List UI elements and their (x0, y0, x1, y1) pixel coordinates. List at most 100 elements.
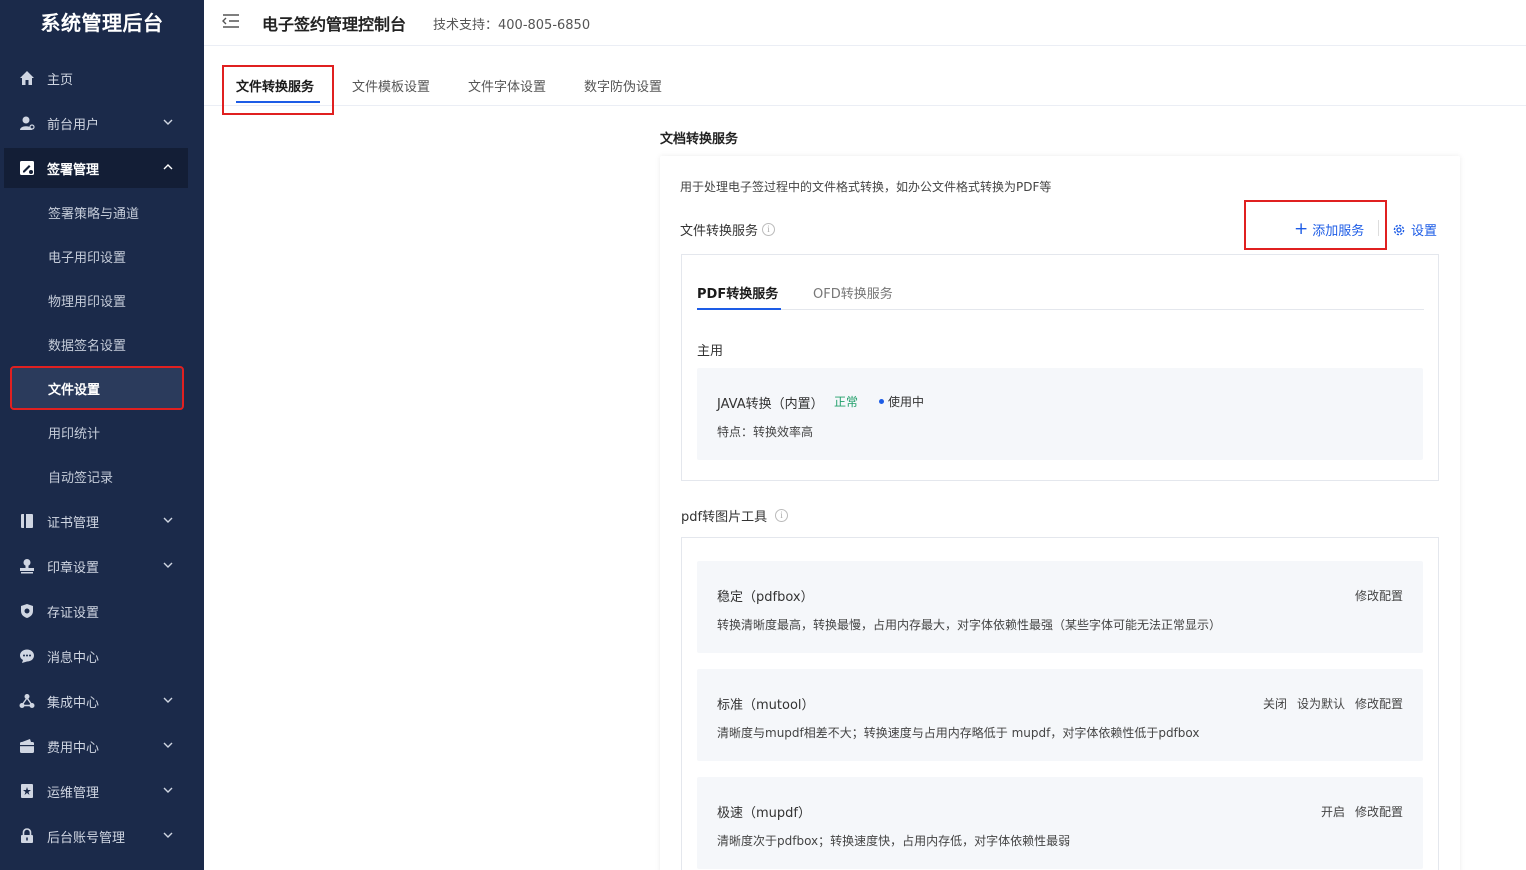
tool-item-pdfbox: 稳定（pdfbox） 转换清晰度最高，转换最慢，占用内存最大，对字体依赖性最强（… (697, 561, 1423, 653)
sidebar-item-front-users[interactable]: 前台用户 (4, 103, 188, 143)
section-title: 文档转换服务 (660, 132, 739, 147)
status-dot-icon (879, 399, 884, 404)
tool-desc: 清晰度次于pdfbox；转换速度快，占用内存低，对字体依赖性最弱 (717, 834, 1071, 848)
tool-name: 标准（mutool） (717, 698, 815, 713)
tab-divider (697, 309, 1424, 310)
divider (1378, 220, 1379, 236)
sidebar-item-integration[interactable]: 集成中心 (4, 681, 188, 721)
chevron-up-icon (163, 164, 173, 170)
sidebar-sub-e-seal-settings[interactable]: 电子用印设置 (12, 236, 182, 276)
info-icon[interactable]: i (762, 223, 776, 236)
settings-button[interactable]: 设置 (1392, 220, 1437, 239)
tool-desc: 清晰度与mupdf相差不大；转换速度与占用内存略低于 mupdf，对字体依赖性低… (717, 726, 1200, 740)
sidebar-item-operations[interactable]: 运维管理 (4, 771, 188, 811)
sidebar-item-billing[interactable]: 费用中心 (4, 726, 188, 766)
chevron-down-icon (163, 517, 173, 523)
sign-edit-icon (18, 159, 36, 177)
sidebar-sub-physical-seal-settings[interactable]: 物理用印设置 (12, 280, 182, 320)
tab-active-indicator (236, 101, 320, 103)
chevron-down-icon (163, 562, 173, 568)
edit-config-button[interactable]: 修改配置 (1355, 587, 1403, 604)
tool-desc: 转换清晰度最高，转换最慢，占用内存最大，对字体依赖性最强（某些字体可能无法正常显… (717, 618, 1222, 632)
seal-stamp-icon (18, 557, 36, 575)
sidebar-item-home[interactable]: 主页 (4, 58, 188, 98)
tab-file-font[interactable]: 文件字体设置 (468, 76, 546, 95)
enable-button[interactable]: 开启 (1321, 803, 1345, 820)
chevron-down-icon (163, 119, 173, 125)
sidebar-item-admin-accounts[interactable]: 后台账号管理 (4, 816, 188, 856)
lock-icon (18, 827, 36, 845)
plus-icon: + (1294, 219, 1309, 239)
tool-actions: 修改配置 (1355, 587, 1403, 604)
tab-digital-anti-counterfeit[interactable]: 数字防伪设置 (584, 76, 662, 95)
tab-file-conversion[interactable]: 文件转换服务 (236, 76, 314, 95)
sidebar-item-certificates[interactable]: 证书管理 (4, 501, 188, 541)
shield-icon (18, 602, 36, 620)
tool-item-mupdf: 极速（mupdf） 清晰度次于pdfbox；转换速度快，占用内存低，对字体依赖性… (697, 777, 1423, 869)
sidebar-item-label: 签署管理 (47, 162, 100, 178)
sidebar-item-label: 印章设置 (47, 560, 100, 576)
in-use-label: 使用中 (888, 395, 925, 409)
tab-pdf-conversion[interactable]: PDF转换服务 (697, 283, 778, 302)
sidebar-sub-file-settings[interactable]: 文件设置 (10, 366, 184, 410)
tool-name: 稳定（pdfbox） (717, 590, 814, 605)
settings-label: 设置 (1411, 224, 1438, 239)
sidebar-sub-sign-strategy[interactable]: 签署策略与通道 (12, 192, 182, 232)
add-service-button[interactable]: + 添加服务 (1294, 219, 1365, 240)
pdf-image-tool-label: pdf转图片工具 i (681, 506, 789, 525)
bookmark-star-icon (18, 782, 36, 800)
service-label-text: 文件转换服务 (680, 224, 759, 239)
in-use-indicator: 使用中 (879, 393, 924, 410)
sidebar-sub-data-sign-settings[interactable]: 数据签名设置 (12, 324, 182, 364)
edit-config-button[interactable]: 修改配置 (1355, 803, 1403, 820)
sidebar-item-label: 运维管理 (47, 785, 100, 801)
status-badge: 正常 (834, 395, 859, 409)
network-icon (18, 692, 36, 710)
tab-active-indicator (697, 308, 781, 310)
gear-icon (1393, 224, 1405, 235)
console-title: 电子签约管理控制台 (262, 15, 407, 34)
chevron-down-icon (163, 787, 173, 793)
certificate-icon (18, 512, 36, 530)
sidebar-item-label: 主页 (47, 72, 74, 88)
engine-card: JAVA转换（内置） 正常 使用中 特点：转换效率高 (697, 368, 1423, 460)
edit-config-button[interactable]: 修改配置 (1355, 695, 1403, 712)
sidebar-item-label: 前台用户 (47, 117, 100, 133)
sidebar-item-label: 证书管理 (47, 515, 100, 531)
chevron-down-icon (163, 697, 173, 703)
pdf-image-tool-panel: 稳定（pdfbox） 转换清晰度最高，转换最慢，占用内存最大，对字体依赖性最强（… (681, 537, 1439, 870)
sidebar-sub-auto-sign-records[interactable]: 自动签记录 (12, 456, 182, 496)
tool-item-mutool: 标准（mutool） 清晰度与mupdf相差不大；转换速度与占用内存略低于 mu… (697, 669, 1423, 761)
sidebar-item-label: 集成中心 (47, 695, 100, 711)
tool-actions: 关闭 设为默认 修改配置 (1263, 695, 1403, 712)
chevron-down-icon (163, 742, 173, 748)
tab-file-template[interactable]: 文件模板设置 (352, 76, 430, 95)
tool-actions: 开启 修改配置 (1321, 803, 1403, 820)
tab-ofd-conversion[interactable]: OFD转换服务 (813, 283, 893, 302)
tool-name: 极速（mupdf） (717, 806, 811, 821)
sidebar-item-seal-settings[interactable]: 印章设置 (4, 546, 188, 586)
chevron-down-icon (163, 832, 173, 838)
conversion-engine-panel: PDF转换服务 OFD转换服务 主用 JAVA转换（内置） 正常 使用中 特点：… (681, 254, 1439, 481)
info-icon[interactable]: i (775, 509, 789, 522)
engine-name: JAVA转换（内置） (717, 397, 824, 412)
set-default-button[interactable]: 设为默认 (1297, 695, 1345, 712)
service-label: 文件转换服务 i (680, 220, 776, 239)
add-service-label: 添加服务 (1312, 224, 1365, 239)
menu-collapse-icon[interactable] (222, 12, 240, 30)
top-header: 电子签约管理控制台 技术支持：400-805-6850 (204, 0, 1526, 46)
app-logo: 系统管理后台 (40, 11, 164, 35)
wallet-icon (18, 737, 36, 755)
sidebar-item-evidence-settings[interactable]: 存证设置 (4, 591, 188, 631)
sidebar-item-sign-management[interactable]: 签署管理 (4, 148, 188, 188)
conversion-service-card: 用于处理电子签过程中的文件格式转换，如办公文件格式转换为PDF等 文件转换服务 … (660, 156, 1460, 870)
primary-label: 主用 (697, 344, 724, 359)
tool-label-text: pdf转图片工具 (681, 510, 768, 525)
sidebar-item-label: 消息中心 (47, 650, 100, 666)
sidebar-item-label: 费用中心 (47, 740, 100, 756)
sidebar-sub-seal-statistics[interactable]: 用印统计 (12, 412, 182, 452)
sidebar-item-messages[interactable]: 消息中心 (4, 636, 188, 676)
service-description: 用于处理电子签过程中的文件格式转换，如办公文件格式转换为PDF等 (680, 180, 1052, 194)
file-settings-tabs: 文件转换服务 文件模板设置 文件字体设置 数字防伪设置 (204, 46, 1526, 115)
disable-button[interactable]: 关闭 (1263, 695, 1287, 712)
